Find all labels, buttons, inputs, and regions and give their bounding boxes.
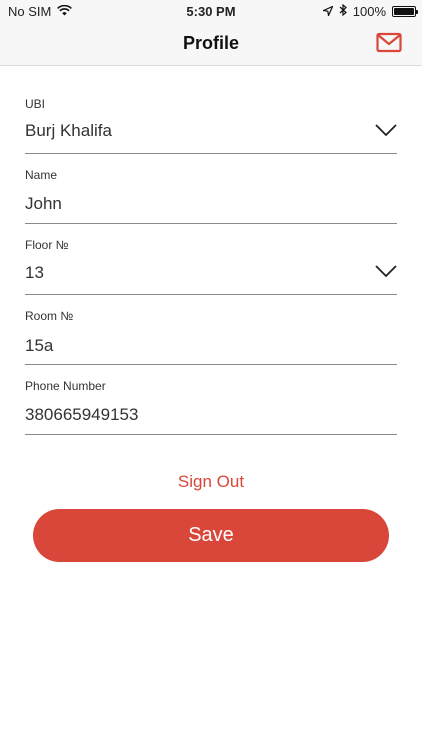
room-field[interactable]: Room № 15a (25, 309, 397, 365)
sign-out-button[interactable]: Sign Out (0, 472, 422, 492)
battery-icon (392, 6, 418, 17)
floor-label: Floor № (25, 238, 69, 252)
name-label: Name (25, 168, 58, 182)
mail-icon[interactable] (376, 32, 402, 54)
phone-field[interactable]: Phone Number 380665949153 (25, 379, 397, 435)
floor-field[interactable]: Floor № 13 (25, 238, 397, 295)
chevron-down-icon[interactable] (375, 264, 397, 278)
bluetooth-icon (339, 3, 347, 19)
chevron-down-icon[interactable] (375, 123, 397, 137)
ubi-value: Burj Khalifa (25, 121, 112, 140)
phone-input[interactable]: 380665949153 (25, 405, 138, 425)
location-arrow-icon (322, 4, 333, 19)
navigation-bar: Profile (0, 24, 422, 66)
status-bar: No SIM 5:30 PM 100% (0, 0, 422, 24)
save-button[interactable]: Save (33, 509, 389, 562)
status-right: 100% (322, 3, 418, 19)
battery-percent: 100% (352, 4, 386, 19)
floor-value: 13 (25, 263, 44, 282)
ubi-label: UBI (25, 97, 46, 111)
phone-label: Phone Number (25, 379, 106, 393)
name-input[interactable]: John (25, 194, 62, 214)
name-field[interactable]: Name John (25, 168, 397, 224)
room-input[interactable]: 15a (25, 336, 53, 356)
ubi-field[interactable]: UBI Burj Khalifa (25, 97, 397, 154)
room-label: Room № (25, 309, 74, 323)
page-title: Profile (182, 33, 239, 53)
